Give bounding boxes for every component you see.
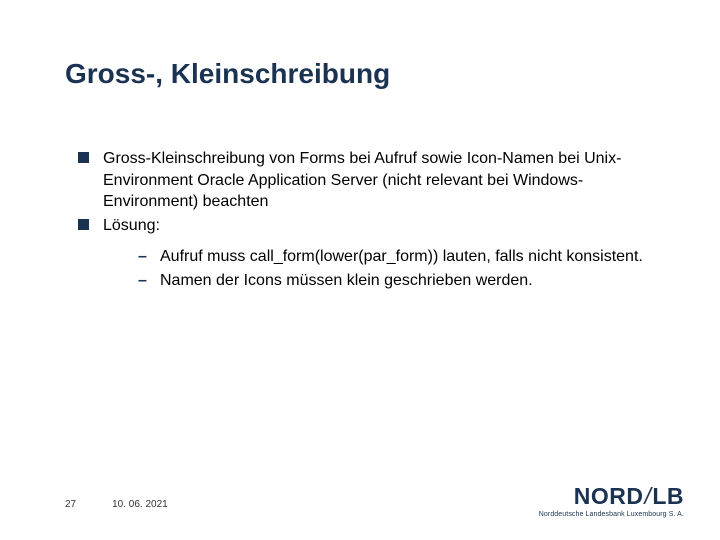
- slash-icon: /: [644, 483, 651, 510]
- sub-bullet-block: – Aufruf muss call_form(lower(par_form))…: [138, 246, 660, 291]
- logo-brand-left: NORD: [574, 483, 644, 510]
- slide-title: Gross-, Kleinschreibung: [65, 58, 390, 90]
- page-number: 27: [65, 499, 76, 510]
- sub-bullet-text: Namen der Icons müssen klein geschrieben…: [160, 270, 660, 292]
- slide-body: Gross-Kleinschreibung von Forms bei Aufr…: [78, 148, 660, 294]
- square-bullet-icon: [78, 152, 89, 163]
- square-bullet-icon: [78, 219, 89, 230]
- bullet-text: Gross-Kleinschreibung von Forms bei Aufr…: [103, 148, 660, 213]
- logo: NORD / LB Norddeutsche Landesbank Luxemb…: [539, 483, 684, 518]
- logo-brand: NORD / LB: [539, 483, 684, 510]
- bullet-text: Lösung:: [103, 215, 660, 237]
- sub-bullet-item: – Namen der Icons müssen klein geschrieb…: [138, 270, 660, 292]
- dash-bullet-icon: –: [138, 270, 150, 292]
- slide: Gross-, Kleinschreibung Gross-Kleinschre…: [0, 0, 720, 540]
- sub-bullet-item: – Aufruf muss call_form(lower(par_form))…: [138, 246, 660, 268]
- sub-bullet-text: Aufruf muss call_form(lower(par_form)) l…: [160, 246, 660, 268]
- logo-brand-right: LB: [652, 483, 684, 510]
- bullet-item: Lösung:: [78, 215, 660, 237]
- footer: 27 10. 06. 2021: [65, 499, 168, 510]
- footer-date: 10. 06. 2021: [112, 499, 168, 510]
- logo-subtitle: Norddeutsche Landesbank Luxembourg S. A.: [539, 511, 684, 518]
- bullet-item: Gross-Kleinschreibung von Forms bei Aufr…: [78, 148, 660, 213]
- dash-bullet-icon: –: [138, 246, 150, 268]
